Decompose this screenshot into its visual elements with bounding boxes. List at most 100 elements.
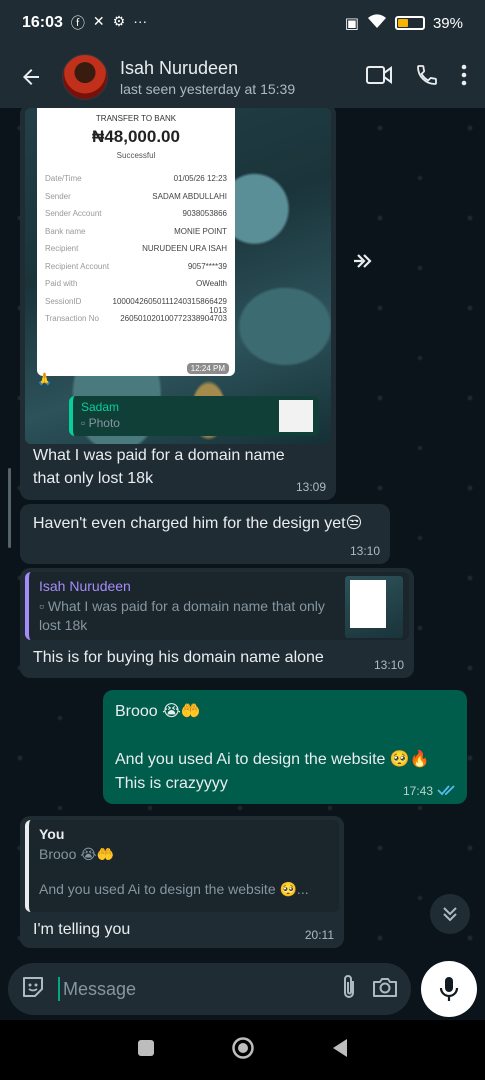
receipt-row: Recipient Account 9057****39 — [45, 262, 227, 280]
message-line: And you used Ai to design the website 🥺🔥 — [115, 751, 430, 768]
message-time: 17:43 — [402, 784, 433, 798]
forwarded-thumbnail — [279, 400, 313, 432]
receipt-row-value: 01/05/26 12:23 — [173, 174, 227, 183]
receipt-row: SessionID 100004260501112403158664291013 — [45, 297, 227, 315]
receipt-row: Transaction No 260501020100772338904703 — [45, 314, 227, 332]
message-time: 20:11 — [304, 928, 334, 942]
sticker-button[interactable] — [20, 974, 46, 1005]
receipt-row: Sender SADAM ABDULLAHI — [45, 192, 227, 210]
message-time: 13:10 — [349, 544, 380, 558]
receipt-row: Date/Time 01/05/26 12:23 — [45, 174, 227, 192]
message-line: This is crazyyyy — [115, 775, 228, 792]
quoted-message[interactable]: You Brooo 😭🤲 And you used Ai to design t… — [25, 820, 339, 912]
more-options-button[interactable] — [461, 64, 467, 91]
scrollbar[interactable] — [8, 468, 11, 548]
battery-unit: % — [449, 14, 463, 32]
battery-percent: 39% — [433, 15, 463, 32]
message-composer: Message — [0, 960, 485, 1018]
camera-icon — [373, 977, 398, 997]
android-icon: ⚙ — [112, 13, 126, 29]
forwarded-sender: Sadam — [81, 400, 120, 414]
chat-header: Isah Nurudeen last seen yesterday at 15:… — [0, 46, 485, 108]
message-input-box[interactable]: Message — [8, 963, 412, 1015]
receipt-row-value: OWealth — [196, 279, 227, 288]
voice-call-icon — [417, 64, 437, 85]
outgoing-message[interactable]: Brooo 😭🤲 And you used Ai to design the w… — [103, 690, 467, 804]
more-options-icon — [461, 64, 467, 85]
message-input[interactable]: Message — [58, 977, 327, 1001]
quoted-message[interactable]: Isah Nurudeen ▫ What I was paid for a do… — [25, 572, 409, 640]
photo-icon: ▫ — [39, 598, 44, 614]
receipt-screenshot: TRANSFER TO BANK ₦48,000.00 Successful D… — [37, 108, 235, 376]
message-line: Brooo 😭🤲 — [115, 703, 201, 720]
back-triangle-icon — [332, 1038, 347, 1057]
voice-message-button[interactable] — [421, 961, 477, 1017]
receipt-row-label: Paid with — [45, 279, 78, 288]
reply-message[interactable]: You Brooo 😭🤲 And you used Ai to design t… — [20, 816, 344, 948]
back-nav-button[interactable] — [331, 1038, 349, 1063]
home-button[interactable] — [231, 1036, 255, 1065]
receipt-row-value: 260501020100772338904703 — [120, 314, 227, 323]
scroll-to-bottom-button[interactable] — [430, 894, 470, 934]
no-sim-icon: ▣ — [344, 15, 359, 32]
home-icon — [231, 1036, 254, 1059]
quoted-text: ▫ What I was paid for a domain name that… — [39, 597, 329, 635]
recents-button[interactable] — [137, 1039, 155, 1062]
receipt-row-label: Bank name — [45, 226, 86, 236]
receipt-row: Sender Account 9038053866 — [45, 209, 227, 227]
battery-level — [397, 19, 409, 27]
receipt-row-label: Recipient — [45, 244, 79, 253]
receipt-rows: Date/Time 01/05/26 12:23 Sender SADAM ABDUL… — [45, 174, 227, 332]
receipt-time: 12:24 PM — [186, 363, 229, 374]
camera-button[interactable] — [371, 975, 399, 1004]
receipt-row-value: NURUDEEN URA ISAH — [142, 244, 227, 253]
system-nav-bar — [0, 1020, 485, 1080]
message-text: I'm telling you — [33, 921, 131, 938]
status-right: ▣ 39% — [345, 13, 463, 33]
receipt-row-value: 9057****39 — [187, 261, 227, 271]
photo-icon: ▫ — [81, 416, 86, 430]
receipt-row: Paid with OWealth — [45, 279, 227, 297]
receipt-row-value: 9038053866 — [182, 209, 228, 218]
receipt-row-label: Recipient Account — [45, 261, 110, 271]
back-arrow-icon — [23, 69, 39, 85]
forwarded-type-label: Photo — [88, 416, 120, 430]
voice-call-button[interactable] — [415, 63, 439, 92]
forward-icon — [354, 254, 372, 268]
quoted-text-content: What I was paid for a domain name that o… — [39, 598, 325, 633]
header-actions — [365, 63, 467, 92]
message-time: 13:10 — [373, 658, 404, 672]
receipt-row-value: MONIE POINT — [174, 226, 227, 236]
video-call-button[interactable] — [365, 64, 393, 91]
message-text: This is for buying his domain name alone — [33, 649, 324, 666]
reply-message[interactable]: Isah Nurudeen ▫ What I was paid for a do… — [20, 568, 414, 678]
back-button[interactable] — [8, 54, 54, 100]
receipt-row-label: SessionID — [45, 296, 82, 306]
chat-area[interactable]: TRANSFER TO BANK ₦48,000.00 Successful D… — [0, 108, 485, 960]
battery-icon — [394, 16, 425, 30]
quoted-thumbnail-receipt — [350, 580, 386, 628]
attach-button[interactable] — [339, 973, 359, 1006]
read-ticks-icon — [437, 785, 455, 796]
forwarded-photo-card[interactable]: Sadam ▫ Photo — [69, 396, 319, 436]
attach-icon — [344, 974, 355, 998]
avatar[interactable] — [62, 54, 108, 100]
forward-button[interactable] — [348, 244, 382, 278]
receipt-row-label: Date/Time — [45, 174, 82, 183]
receipt-image[interactable]: TRANSFER TO BANK ₦48,000.00 Successful D… — [25, 108, 331, 444]
message-time: 13:09 — [295, 480, 326, 494]
forwarded-type: ▫ Photo — [81, 416, 311, 430]
quoted-line: Brooo 😭🤲 — [39, 846, 115, 862]
receipt-row: Recipient NURUDEEN URA ISAH — [45, 244, 227, 262]
app-notification-icon: ✕ — [92, 13, 105, 29]
receipt-status: Successful — [116, 151, 156, 160]
message-bubble[interactable]: Haven't even charged him for the design … — [20, 504, 390, 564]
receipt-row-value: SADAM ABDULLAHI — [152, 191, 227, 201]
image-message[interactable]: TRANSFER TO BANK ₦48,000.00 Successful D… — [20, 108, 336, 500]
contact-info[interactable]: Isah Nurudeen last seen yesterday at 15:… — [120, 58, 295, 97]
contact-name: Isah Nurudeen — [120, 57, 239, 78]
double-chevron-down-icon — [443, 907, 457, 922]
recents-icon — [137, 1039, 154, 1056]
more-notifications-icon: ··· — [133, 13, 148, 29]
sticker-icon — [23, 976, 43, 997]
